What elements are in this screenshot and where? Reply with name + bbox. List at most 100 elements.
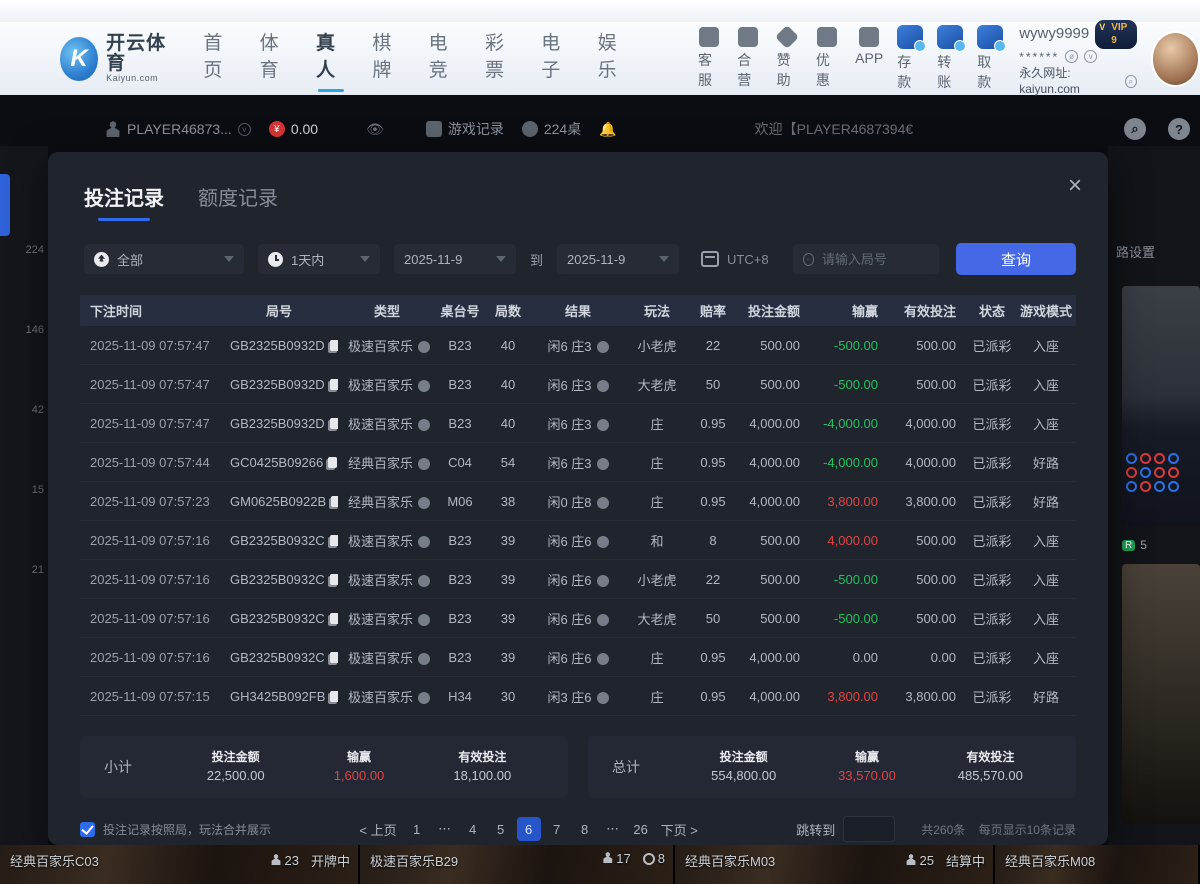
wallet-link-存款[interactable]: 存款 [897, 25, 923, 92]
nav-item-娱乐[interactable]: 娱乐 [598, 28, 628, 90]
page-item-6[interactable]: 6 [517, 817, 541, 841]
result-detail-icon[interactable] [597, 341, 609, 353]
info-icon[interactable] [418, 614, 430, 626]
copy-icon[interactable] [330, 340, 338, 351]
page-item-4[interactable]: 4 [461, 817, 485, 841]
info-icon[interactable] [418, 653, 430, 665]
player-menu[interactable]: PLAYER46873... v [105, 121, 251, 137]
copy-icon[interactable] [330, 613, 338, 624]
jump-input[interactable] [843, 816, 895, 842]
page-item-⋯[interactable]: ⋯ [601, 817, 625, 841]
range-select[interactable]: 1天内 [258, 244, 380, 274]
site-logo[interactable]: K 开云体育 Kaiyun.com [60, 34, 175, 83]
tab-投注记录[interactable]: 投注记录 [84, 182, 164, 221]
cell-rounds: 30 [484, 689, 532, 704]
tab-额度记录[interactable]: 额度记录 [198, 182, 278, 221]
page-item-7[interactable]: 7 [545, 817, 569, 841]
copy-icon[interactable] [330, 574, 338, 585]
info-icon[interactable] [418, 536, 430, 548]
timezone-display: UTC+8 [701, 251, 769, 267]
notifications[interactable]: 🔔 [599, 121, 616, 138]
video-tile-经典百家乐M08[interactable]: 经典百家乐M08 [995, 845, 1200, 884]
road-settings-label[interactable]: 路设置 [1116, 242, 1155, 261]
game-records-link[interactable]: 游戏记录 [426, 119, 504, 139]
page-item-26[interactable]: 26 [629, 817, 653, 841]
round-input[interactable] [822, 252, 929, 267]
info-icon[interactable] [418, 497, 430, 509]
info-icon[interactable] [418, 419, 430, 431]
result-detail-icon[interactable] [597, 380, 609, 392]
video-tile-极速百家乐B29[interactable]: 极速百家乐B29178 [360, 845, 675, 884]
col-header: 投注金额 [736, 301, 812, 320]
wallet-link-取款[interactable]: 取款 [977, 25, 1003, 92]
quick-link-客服[interactable]: 客服 [698, 27, 719, 90]
cell-play: 庄 [624, 453, 690, 472]
cell-time: 2025-11-09 07:57:16 [80, 533, 220, 548]
cell-round: GH3425B092FB [220, 689, 338, 704]
nav-item-首页[interactable]: 首页 [203, 28, 233, 90]
close-icon[interactable]: × [1068, 174, 1082, 198]
info-icon[interactable] [418, 575, 430, 587]
copy-icon[interactable] [330, 535, 338, 546]
nav-item-真人[interactable]: 真人 [316, 28, 346, 90]
avatar[interactable] [1151, 31, 1200, 87]
cell-status: 已派彩 [968, 609, 1016, 628]
logo-subtitle: Kaiyun.com [106, 74, 175, 83]
nav-item-体育[interactable]: 体育 [260, 28, 290, 90]
chevron-down-icon[interactable]: v [1084, 50, 1097, 63]
result-detail-icon[interactable] [597, 575, 609, 587]
info-icon[interactable] [418, 380, 430, 392]
page-item-< 上页[interactable]: < 上页 [355, 817, 400, 841]
nav-item-彩票[interactable]: 彩票 [485, 28, 515, 90]
magnifier-icon[interactable]: ⌕ [1125, 75, 1137, 88]
search-icon[interactable]: ⌕ [1124, 118, 1146, 140]
cell-round: GM0625B0922B [220, 494, 338, 509]
quick-link-优惠[interactable]: 优惠 [816, 27, 837, 90]
result-detail-icon[interactable] [597, 458, 609, 470]
result-detail-icon[interactable] [597, 692, 609, 704]
date-to-select[interactable]: 2025-11-9 [557, 244, 679, 274]
video-tile-经典百家乐C03[interactable]: 经典百家乐C0323开牌中 [0, 845, 360, 884]
toggle-visibility[interactable]: 👁 [366, 121, 384, 138]
dealer-video-thumb[interactable] [1122, 286, 1200, 526]
date-from-select[interactable]: 2025-11-9 [394, 244, 516, 274]
info-icon[interactable] [418, 458, 430, 470]
nav-item-电竞[interactable]: 电竞 [429, 28, 459, 90]
info-icon[interactable] [418, 341, 430, 353]
copy-icon[interactable] [330, 379, 338, 390]
nav-item-电子[interactable]: 电子 [541, 28, 571, 90]
wallet-link-转账[interactable]: 转账 [937, 25, 963, 92]
result-detail-icon[interactable] [597, 614, 609, 626]
video-tile-经典百家乐M03[interactable]: 经典百家乐M0325结算中 [675, 845, 995, 884]
result-detail-icon[interactable] [597, 497, 609, 509]
category-select[interactable]: 全部 [84, 244, 244, 274]
quick-link-APP[interactable]: APP [855, 27, 883, 90]
help-icon[interactable]: ? [1168, 118, 1190, 140]
copy-icon[interactable] [330, 652, 338, 663]
page-item-⋯[interactable]: ⋯ [433, 817, 457, 841]
copy-icon[interactable] [330, 691, 338, 702]
page-item-下页 >[interactable]: 下页 > [657, 817, 702, 841]
result-detail-icon[interactable] [597, 653, 609, 665]
balance-display[interactable]: ¥ 0.00 [269, 121, 318, 137]
quick-link-赞助[interactable]: 赞助 [777, 27, 798, 90]
cell-result: 闲3 庄6 [532, 687, 624, 706]
copy-icon[interactable] [331, 496, 338, 507]
round-search[interactable]: ◦ [793, 244, 939, 274]
nav-item-棋牌[interactable]: 棋牌 [372, 28, 402, 90]
page-item-5[interactable]: 5 [489, 817, 513, 841]
tables-count[interactable]: 224桌 [522, 119, 581, 139]
copy-icon[interactable] [328, 457, 337, 468]
page-item-8[interactable]: 8 [573, 817, 597, 841]
copy-icon[interactable] [330, 418, 338, 429]
quick-link-合营[interactable]: 合营 [737, 27, 758, 90]
dealer-video-thumb-2[interactable] [1122, 564, 1200, 824]
merge-checkbox[interactable] [80, 822, 95, 837]
result-detail-icon[interactable] [597, 419, 609, 431]
page-item-1[interactable]: 1 [405, 817, 429, 841]
info-icon[interactable] [418, 692, 430, 704]
query-button[interactable]: 查询 [956, 243, 1076, 275]
eye-off-icon[interactable]: ø [1065, 50, 1078, 63]
result-detail-icon[interactable] [597, 536, 609, 548]
cell-mode: 入座 [1016, 531, 1076, 550]
